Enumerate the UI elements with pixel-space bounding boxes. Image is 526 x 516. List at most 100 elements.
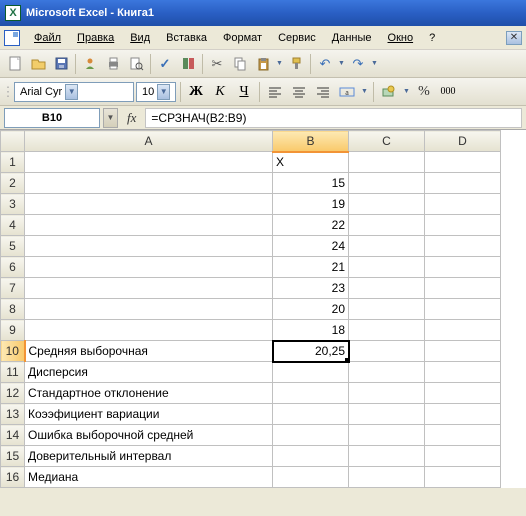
cell[interactable] bbox=[425, 467, 501, 488]
cell[interactable] bbox=[273, 446, 349, 467]
cell[interactable]: 15 bbox=[273, 173, 349, 194]
row-header[interactable]: 1 bbox=[1, 152, 25, 173]
row-header[interactable]: 6 bbox=[1, 257, 25, 278]
cell[interactable] bbox=[273, 404, 349, 425]
menu-tools[interactable]: Сервис bbox=[270, 29, 324, 47]
cell[interactable] bbox=[425, 383, 501, 404]
row-header[interactable]: 14 bbox=[1, 425, 25, 446]
cut-icon[interactable]: ✂ bbox=[206, 53, 228, 75]
font-name-combo[interactable]: Arial Cyr ▼ bbox=[14, 82, 134, 102]
currency-icon[interactable] bbox=[378, 81, 400, 103]
cell[interactable]: X bbox=[273, 152, 349, 173]
cell[interactable]: Медиана bbox=[25, 467, 273, 488]
cell[interactable]: 21 bbox=[273, 257, 349, 278]
cell[interactable] bbox=[349, 320, 425, 341]
cell[interactable] bbox=[425, 257, 501, 278]
cell[interactable] bbox=[349, 446, 425, 467]
cell[interactable]: 18 bbox=[273, 320, 349, 341]
row-header[interactable]: 4 bbox=[1, 215, 25, 236]
name-box[interactable]: B10 bbox=[4, 108, 100, 128]
font-size-combo[interactable]: 10 ▼ bbox=[136, 82, 176, 102]
chevron-down-icon[interactable]: ▼ bbox=[157, 84, 170, 100]
row-header[interactable]: 3 bbox=[1, 194, 25, 215]
merge-center-icon[interactable]: a bbox=[336, 81, 358, 103]
chevron-down-icon[interactable]: ▼ bbox=[65, 84, 78, 100]
fx-icon[interactable]: fx bbox=[121, 110, 142, 126]
column-header-C[interactable]: C bbox=[349, 131, 425, 152]
cell[interactable] bbox=[425, 341, 501, 362]
column-header-A[interactable]: A bbox=[25, 131, 273, 152]
spelling-icon[interactable]: ✓ bbox=[154, 53, 176, 75]
row-header[interactable]: 8 bbox=[1, 299, 25, 320]
format-painter-icon[interactable] bbox=[285, 53, 307, 75]
cell[interactable] bbox=[425, 173, 501, 194]
cell[interactable] bbox=[273, 383, 349, 404]
menu-insert[interactable]: Вставка bbox=[158, 29, 215, 47]
document-icon[interactable] bbox=[4, 30, 20, 46]
cell[interactable] bbox=[349, 362, 425, 383]
undo-dropdown[interactable]: ▼ bbox=[337, 53, 346, 75]
cell[interactable] bbox=[425, 278, 501, 299]
italic-button[interactable]: К bbox=[209, 81, 231, 103]
row-header[interactable]: 9 bbox=[1, 320, 25, 341]
cell[interactable] bbox=[25, 278, 273, 299]
cell[interactable]: 20 bbox=[273, 299, 349, 320]
cell[interactable] bbox=[425, 299, 501, 320]
row-header[interactable]: 12 bbox=[1, 383, 25, 404]
cell[interactable]: 19 bbox=[273, 194, 349, 215]
cell[interactable] bbox=[273, 362, 349, 383]
align-right-icon[interactable] bbox=[312, 81, 334, 103]
row-header[interactable]: 11 bbox=[1, 362, 25, 383]
redo-icon[interactable]: ↷ bbox=[347, 53, 369, 75]
save-icon[interactable] bbox=[50, 53, 72, 75]
close-workbook-button[interactable]: ✕ bbox=[506, 31, 522, 45]
print-preview-icon[interactable] bbox=[125, 53, 147, 75]
percent-icon[interactable]: % bbox=[413, 81, 435, 103]
cell[interactable] bbox=[349, 173, 425, 194]
undo-icon[interactable]: ↶ bbox=[314, 53, 336, 75]
cell[interactable] bbox=[273, 467, 349, 488]
align-left-icon[interactable] bbox=[264, 81, 286, 103]
cell[interactable]: 23 bbox=[273, 278, 349, 299]
copy-icon[interactable] bbox=[229, 53, 251, 75]
cell[interactable] bbox=[425, 320, 501, 341]
cell[interactable]: 20,25 bbox=[273, 341, 349, 362]
merge-dropdown[interactable]: ▼ bbox=[360, 81, 369, 103]
cell[interactable] bbox=[25, 257, 273, 278]
row-header[interactable]: 10 bbox=[1, 341, 25, 362]
cell[interactable] bbox=[25, 152, 273, 173]
spreadsheet-grid[interactable]: A B C D 1X21531942252462172382091810Сред… bbox=[0, 130, 526, 488]
cell[interactable] bbox=[349, 152, 425, 173]
cell[interactable] bbox=[25, 215, 273, 236]
cell[interactable]: Доверительный интервал bbox=[25, 446, 273, 467]
cell[interactable] bbox=[349, 383, 425, 404]
cell[interactable] bbox=[25, 299, 273, 320]
name-box-dropdown[interactable]: ▼ bbox=[103, 108, 118, 128]
menu-format[interactable]: Формат bbox=[215, 29, 270, 47]
cell[interactable] bbox=[425, 152, 501, 173]
cell[interactable] bbox=[425, 425, 501, 446]
align-center-icon[interactable] bbox=[288, 81, 310, 103]
cell[interactable] bbox=[349, 236, 425, 257]
row-header[interactable]: 5 bbox=[1, 236, 25, 257]
column-header-D[interactable]: D bbox=[425, 131, 501, 152]
cell[interactable] bbox=[425, 362, 501, 383]
cell[interactable]: Стандартное отклонение bbox=[25, 383, 273, 404]
row-header[interactable]: 7 bbox=[1, 278, 25, 299]
cell[interactable] bbox=[25, 194, 273, 215]
cell[interactable] bbox=[25, 173, 273, 194]
select-all-corner[interactable] bbox=[1, 131, 25, 152]
cell[interactable]: Дисперсия bbox=[25, 362, 273, 383]
menu-window[interactable]: Окно bbox=[380, 29, 422, 47]
cell[interactable] bbox=[425, 446, 501, 467]
cell[interactable] bbox=[425, 236, 501, 257]
comma-style-icon[interactable]: 000 bbox=[437, 81, 459, 103]
open-icon[interactable] bbox=[27, 53, 49, 75]
cell[interactable]: Коээфициент вариации bbox=[25, 404, 273, 425]
menu-view[interactable]: Вид bbox=[122, 29, 158, 47]
menu-help[interactable]: ? bbox=[421, 29, 443, 47]
menu-data[interactable]: Данные bbox=[324, 29, 380, 47]
paste-dropdown[interactable]: ▼ bbox=[275, 53, 284, 75]
handle-icon[interactable]: ⋮ bbox=[4, 81, 12, 103]
column-header-B[interactable]: B bbox=[273, 131, 349, 152]
